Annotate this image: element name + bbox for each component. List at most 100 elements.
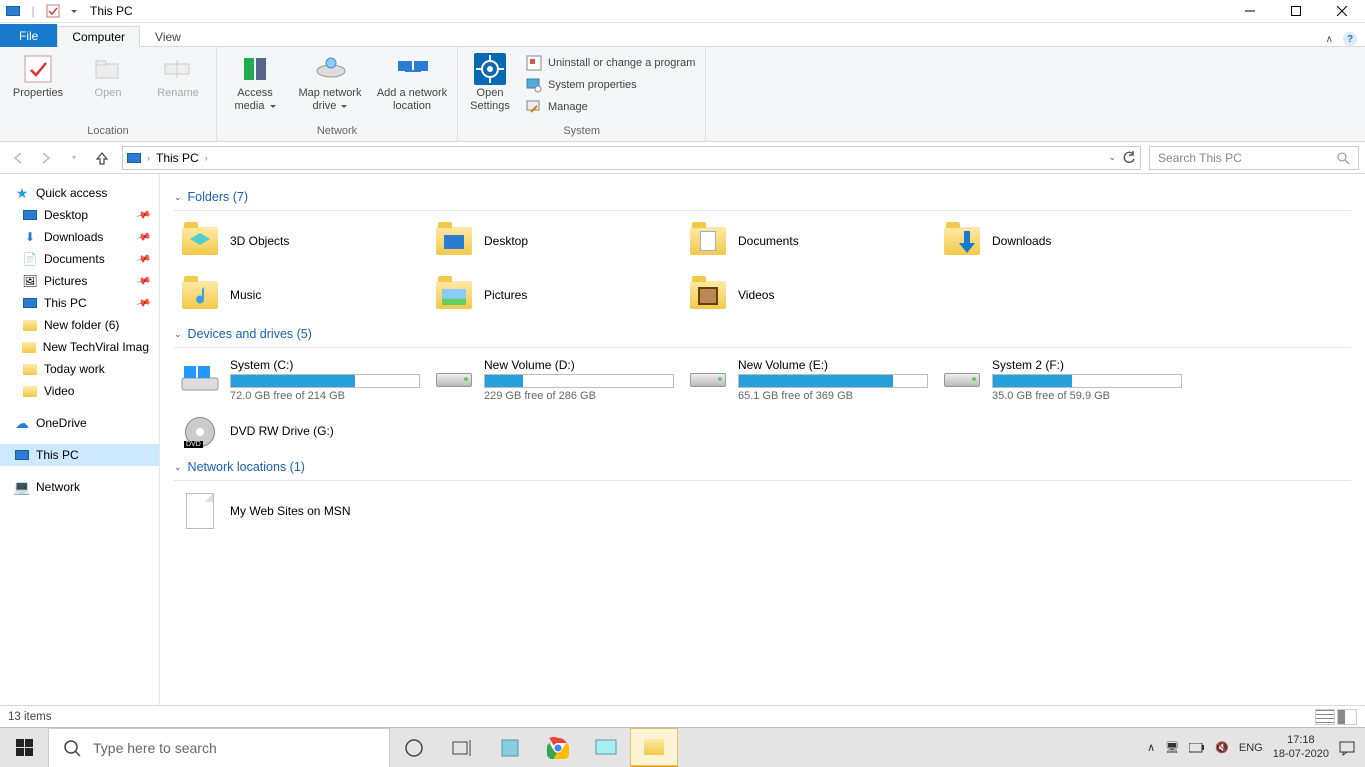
breadcrumb-root[interactable]: This PC (156, 151, 199, 165)
open-settings-button[interactable]: Open Settings (464, 51, 516, 123)
uninstall-button[interactable]: Uninstall or change a program (522, 53, 699, 73)
pin-icon: 📌 (135, 251, 151, 267)
maximize-button[interactable] (1273, 0, 1319, 23)
sidebar-item-pictures[interactable]: 🖼Pictures📌 (0, 270, 159, 292)
folder-icon (22, 383, 38, 399)
tab-file[interactable]: File (0, 24, 57, 47)
sidebar-item-today[interactable]: Today work (0, 358, 159, 380)
system-properties-button[interactable]: System properties (522, 75, 699, 95)
pin-icon: 📌 (135, 295, 151, 311)
forward-button[interactable] (34, 146, 58, 170)
sidebar-item-techviral[interactable]: New TechViral Imag (0, 336, 159, 358)
folder-pictures[interactable]: Pictures (428, 271, 682, 319)
folder-music[interactable]: Music (174, 271, 428, 319)
tray-volume-icon[interactable]: 🔇 (1215, 741, 1229, 754)
search-icon (63, 739, 81, 757)
open-button[interactable]: Open (76, 51, 140, 123)
section-folders[interactable]: ⌄Folders (7) (174, 190, 1351, 204)
folder-icon (180, 275, 220, 315)
thispc-icon (22, 295, 38, 311)
taskbar-app-notepad[interactable] (486, 728, 534, 767)
tray-overflow-icon[interactable]: ∧ (1147, 741, 1155, 754)
folder-downloads[interactable]: Downloads (936, 217, 1190, 265)
help-icon[interactable]: ? (1343, 32, 1357, 46)
up-button[interactable] (90, 146, 114, 170)
navigation-pane: ★Quick access Desktop📌 ⬇Downloads📌 📄Docu… (0, 174, 160, 705)
drive-c[interactable]: System (C:) 72.0 GB free of 214 GB (174, 354, 428, 406)
tab-computer[interactable]: Computer (57, 26, 140, 47)
section-network-locations[interactable]: ⌄Network locations (1) (174, 460, 1351, 474)
properties-button[interactable]: Properties (6, 51, 70, 123)
chevron-down-icon (268, 100, 276, 112)
navigation-bar: ▾ › This PC › ⌄ Search This PC (0, 142, 1365, 174)
tray-battery-icon[interactable] (1189, 743, 1205, 753)
explorer-body: ★Quick access Desktop📌 ⬇Downloads📌 📄Docu… (0, 174, 1365, 705)
sidebar-item-network[interactable]: 💻Network (0, 476, 159, 498)
sidebar-item-quick-access[interactable]: ★Quick access (0, 182, 159, 204)
ribbon-tabs: File Computer View ∧ ? (0, 23, 1365, 47)
minimize-button[interactable] (1227, 0, 1273, 23)
dvd-icon (180, 416, 220, 448)
notifications-icon[interactable] (1339, 740, 1355, 756)
back-button[interactable] (6, 146, 30, 170)
add-network-location-button[interactable]: Add a network location (373, 51, 451, 123)
taskbar-app-explorer[interactable] (630, 728, 678, 767)
close-button[interactable] (1319, 0, 1365, 23)
sidebar-item-video[interactable]: Video (0, 380, 159, 402)
view-mode-icons (1315, 709, 1357, 725)
qat-dropdown-icon[interactable] (64, 2, 82, 20)
ribbon-collapse-icon[interactable]: ∧ (1326, 34, 1333, 45)
access-media-button[interactable]: Access media (223, 51, 287, 123)
sidebar-item-documents[interactable]: 📄Documents📌 (0, 248, 159, 270)
recent-dropdown[interactable]: ▾ (62, 146, 86, 170)
usage-bar (738, 374, 928, 388)
cortana-button[interactable] (390, 728, 438, 767)
search-box[interactable]: Search This PC (1149, 146, 1359, 170)
sidebar-item-thispc[interactable]: This PC📌 (0, 292, 159, 314)
quick-access-toolbar: | (0, 2, 82, 20)
section-drives[interactable]: ⌄Devices and drives (5) (174, 327, 1351, 341)
pin-icon: 📌 (135, 229, 151, 245)
sidebar-item-downloads[interactable]: ⬇Downloads📌 (0, 226, 159, 248)
system-tray: ∧ 🖥 🔇 ENG 17:18 18-07-2020 (1137, 734, 1365, 760)
netloc-msn[interactable]: My Web Sites on MSN (174, 487, 428, 535)
start-button[interactable] (0, 728, 48, 767)
address-dropdown-icon[interactable]: ⌄ (1108, 152, 1116, 163)
refresh-icon[interactable] (1122, 151, 1136, 165)
sidebar-item-desktop[interactable]: Desktop📌 (0, 204, 159, 226)
manage-button[interactable]: Manage (522, 97, 699, 117)
tab-view[interactable]: View (140, 26, 196, 47)
taskbar-app-monitor[interactable] (582, 728, 630, 767)
tiles-view-icon[interactable] (1337, 709, 1357, 725)
folder-documents[interactable]: Documents (682, 217, 936, 265)
rename-button[interactable]: Rename (146, 51, 210, 123)
drive-e[interactable]: New Volume (E:) 65.1 GB free of 369 GB (682, 354, 936, 406)
settings-icon (474, 53, 506, 85)
thispc-icon (14, 447, 30, 463)
drive-f[interactable]: System 2 (F:) 35.0 GB free of 59.9 GB (936, 354, 1190, 406)
sidebar-item-onedrive[interactable]: ☁OneDrive (0, 412, 159, 434)
sidebar-item-thispc-main[interactable]: This PC (0, 444, 159, 466)
sidebar-item-newfolder[interactable]: New folder (6) (0, 314, 159, 336)
folder-icon (434, 221, 474, 261)
drive-icon (942, 364, 982, 396)
task-view-button[interactable] (438, 728, 486, 767)
tray-clock[interactable]: 17:18 18-07-2020 (1273, 734, 1329, 760)
drive-d[interactable]: New Volume (D:) 229 GB free of 286 GB (428, 354, 682, 406)
address-bar[interactable]: › This PC › ⌄ (122, 146, 1141, 170)
taskbar-app-chrome[interactable] (534, 728, 582, 767)
taskbar-search[interactable]: Type here to search (48, 728, 390, 767)
folder-icon (644, 739, 664, 755)
folder-desktop[interactable]: Desktop (428, 217, 682, 265)
ribbon: Properties Open Rename Location Access m… (0, 47, 1365, 142)
folder-videos[interactable]: Videos (682, 271, 936, 319)
folder-3d-objects[interactable]: 3D Objects (174, 217, 428, 265)
details-view-icon[interactable] (1315, 709, 1335, 725)
tray-display-icon[interactable]: 🖥 (1165, 741, 1179, 754)
folder-icon (22, 361, 38, 377)
properties-qat-icon[interactable] (44, 2, 62, 20)
map-drive-button[interactable]: Map network drive (293, 51, 367, 123)
tray-language[interactable]: ENG (1239, 742, 1263, 754)
pin-icon: 📌 (135, 273, 151, 289)
drive-g-dvd[interactable]: DVD RW Drive (G:) (174, 412, 428, 452)
